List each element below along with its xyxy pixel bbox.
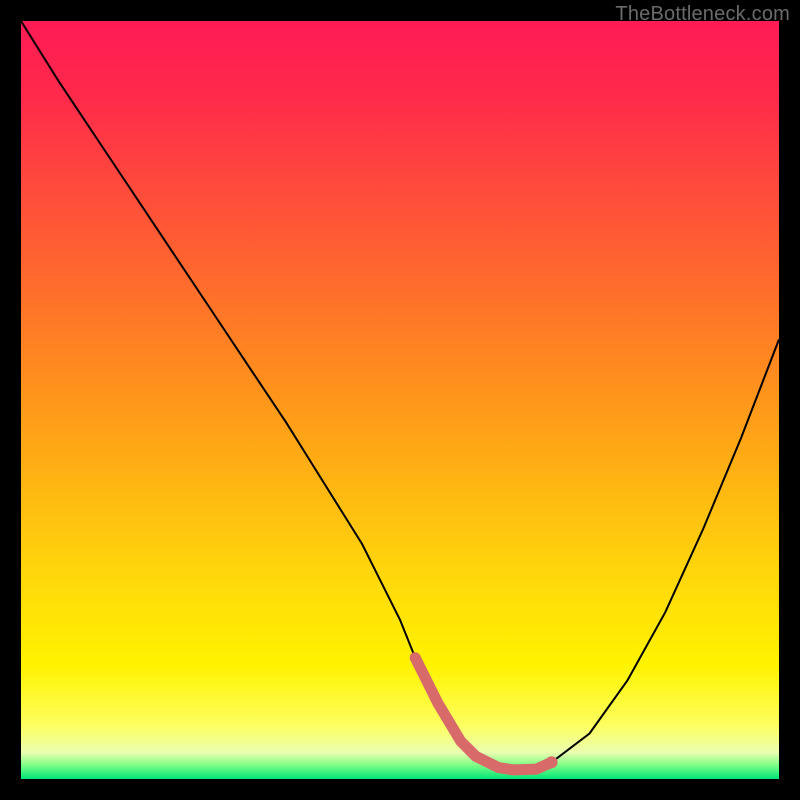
chart-stage: TheBottleneck.com [0,0,800,800]
plot-area [21,21,779,779]
watermark-text: TheBottleneck.com [615,3,790,26]
